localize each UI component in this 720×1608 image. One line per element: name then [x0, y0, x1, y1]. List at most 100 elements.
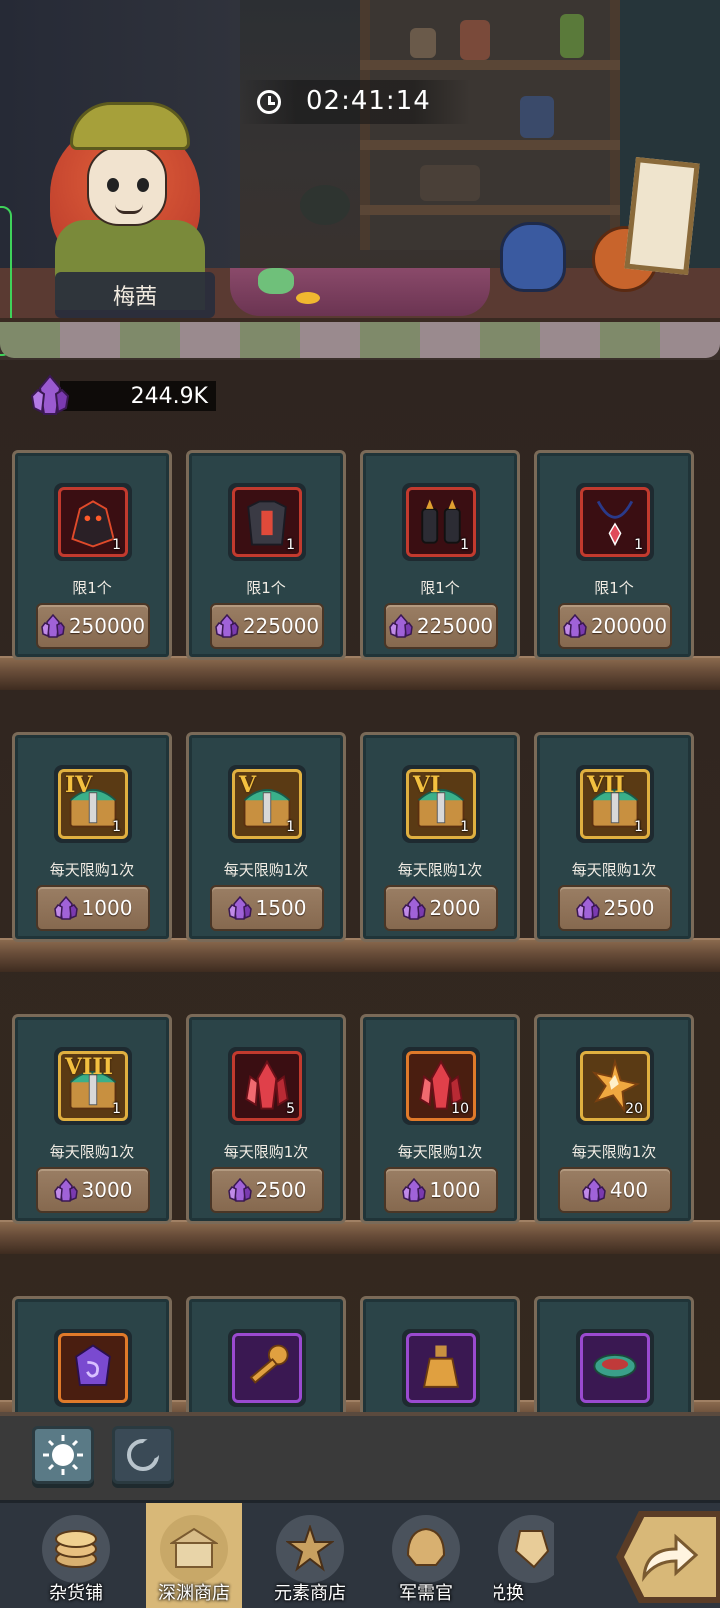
crystal-icon	[30, 374, 70, 415]
mouth	[115, 204, 143, 214]
buy-button[interactable]: 200000	[558, 603, 672, 649]
item-slot[interactable]: 1	[228, 483, 306, 561]
price-label: 1000	[429, 1178, 481, 1202]
buy-button[interactable]: 1000	[36, 885, 150, 931]
buy-button[interactable]: 400	[558, 1167, 672, 1213]
shop-item-card[interactable]: VIII 1 每天限购1次 3000	[12, 1014, 172, 1224]
price-label: 2000	[429, 896, 481, 920]
item-frame: 1	[58, 487, 128, 557]
potion-icon	[422, 1345, 460, 1388]
shop-item-card[interactable]: 10 每天限购1次 1000	[360, 1014, 520, 1224]
gold-coin	[296, 292, 320, 304]
item-frame: 5	[232, 1051, 302, 1121]
clock-icon	[257, 90, 281, 114]
item-frame	[580, 1333, 650, 1403]
currency-display: 244.9K	[30, 374, 216, 415]
item-slot[interactable]: IV 1	[54, 765, 132, 843]
shop-item-card[interactable]: VI 1 每天限购1次 2000	[360, 732, 520, 942]
price-label: 200000	[590, 614, 668, 638]
item-slot[interactable]	[54, 1329, 132, 1407]
pouch-icon	[500, 222, 566, 292]
price-label: 250000	[68, 614, 146, 638]
shop-item-card[interactable]: V 1 每天限购1次 1500	[186, 732, 346, 942]
item-quantity: 1	[634, 819, 643, 835]
item-frame	[58, 1333, 128, 1403]
shop-item-card[interactable]: 1 限1个 225000	[360, 450, 520, 660]
shelf-jar	[410, 28, 436, 58]
shop-item-card[interactable]: 1 限1个 225000	[186, 450, 346, 660]
buy-button[interactable]: 250000	[36, 603, 150, 649]
nav-general-store[interactable]: 杂货铺	[28, 1503, 124, 1608]
item-quantity: 20	[625, 1101, 643, 1117]
nav-label: 元素商店	[274, 1583, 346, 1604]
next-arrow-button[interactable]	[616, 1511, 720, 1603]
nav-exchange[interactable]: 兑换	[494, 1503, 554, 1608]
item-slot[interactable]: 10	[402, 1047, 480, 1125]
item-quantity: 5	[286, 1101, 295, 1117]
buy-button[interactable]: 2500	[210, 1167, 324, 1213]
item-frame: IV 1	[58, 769, 128, 839]
nav-abyss-shop[interactable]: 深渊商店	[146, 1503, 242, 1608]
purchase-limit: 限1个	[246, 579, 286, 597]
item-slot[interactable]	[228, 1329, 306, 1407]
shop-row	[12, 1296, 712, 1412]
shop-item-card[interactable]: 1 限1个 250000	[12, 450, 172, 660]
night-mode-button[interactable]	[112, 1426, 174, 1484]
shop-item-card[interactable]: 20 每天限购1次 400	[534, 1014, 694, 1224]
buy-button[interactable]: 2500	[558, 885, 672, 931]
key-icon	[249, 1344, 289, 1384]
item-slot[interactable]: 20	[576, 1047, 654, 1125]
item-quantity: 10	[451, 1101, 469, 1117]
shop-item-card[interactable]: VII 1 每天限购1次 2500	[534, 732, 694, 942]
item-quantity: 1	[634, 537, 643, 553]
item-slot[interactable]: VII 1	[576, 765, 654, 843]
shelf-bottle	[560, 14, 584, 58]
item-frame: 1	[580, 487, 650, 557]
price-label: 1000	[81, 896, 133, 920]
shop-item-card[interactable]: 5 每天限购1次 2500	[186, 1014, 346, 1224]
shop-item-card[interactable]	[360, 1296, 520, 1412]
price-label: 400	[609, 1178, 649, 1202]
item-frame: VI 1	[406, 769, 476, 839]
purchase-limit: 每天限购1次	[397, 861, 483, 879]
crystal-icon	[41, 614, 65, 638]
item-slot[interactable]: 1	[54, 483, 132, 561]
buy-button[interactable]: 1000	[384, 1167, 498, 1213]
item-slot[interactable]: 5	[228, 1047, 306, 1125]
nav-quartermaster[interactable]: 军需官	[378, 1503, 474, 1608]
shop-item-card[interactable]: 1 限1个 200000	[534, 450, 694, 660]
refresh-timer: 02:41:14	[240, 80, 470, 124]
item-slot[interactable]	[402, 1329, 480, 1407]
item-frame: 10	[406, 1051, 476, 1121]
crystal-icon	[563, 614, 587, 638]
shop-item-card[interactable]: IV 1 每天限购1次 1000	[12, 732, 172, 942]
notice-sign	[624, 156, 700, 276]
item-frame: VIII 1	[58, 1051, 128, 1121]
buy-button[interactable]: 225000	[210, 603, 324, 649]
crystal-icon	[575, 896, 600, 920]
rune-stone-icon	[75, 1344, 111, 1386]
nav-element-shop[interactable]: 元素商店	[262, 1503, 358, 1608]
crystal-icon	[389, 614, 413, 638]
buy-button[interactable]: 2000	[384, 885, 498, 931]
price-label: 225000	[416, 614, 494, 638]
cauldron	[300, 185, 350, 225]
item-quantity: 1	[460, 819, 469, 835]
item-frame: 1	[232, 487, 302, 557]
shop-item-card[interactable]	[12, 1296, 172, 1412]
shop-item-card[interactable]	[534, 1296, 694, 1412]
shop-row: 1 限1个 250000 1 限1个 225000 1 限1个 225000 1 限1个 200000	[12, 450, 712, 660]
item-slot[interactable]: VIII 1	[54, 1047, 132, 1125]
buy-button[interactable]: 3000	[36, 1167, 150, 1213]
item-slot[interactable]	[576, 1329, 654, 1407]
item-slot[interactable]: VI 1	[402, 765, 480, 843]
exchange-icon	[498, 1515, 554, 1583]
item-slot[interactable]: V1	[228, 765, 306, 843]
buy-button[interactable]: 225000	[384, 603, 498, 649]
purchase-limit: 每天限购1次	[397, 1143, 483, 1161]
item-slot[interactable]: 1	[576, 483, 654, 561]
buy-button[interactable]: 1500	[210, 885, 324, 931]
shop-item-card[interactable]	[186, 1296, 346, 1412]
day-mode-button[interactable]	[32, 1426, 94, 1484]
item-slot[interactable]: 1	[402, 483, 480, 561]
